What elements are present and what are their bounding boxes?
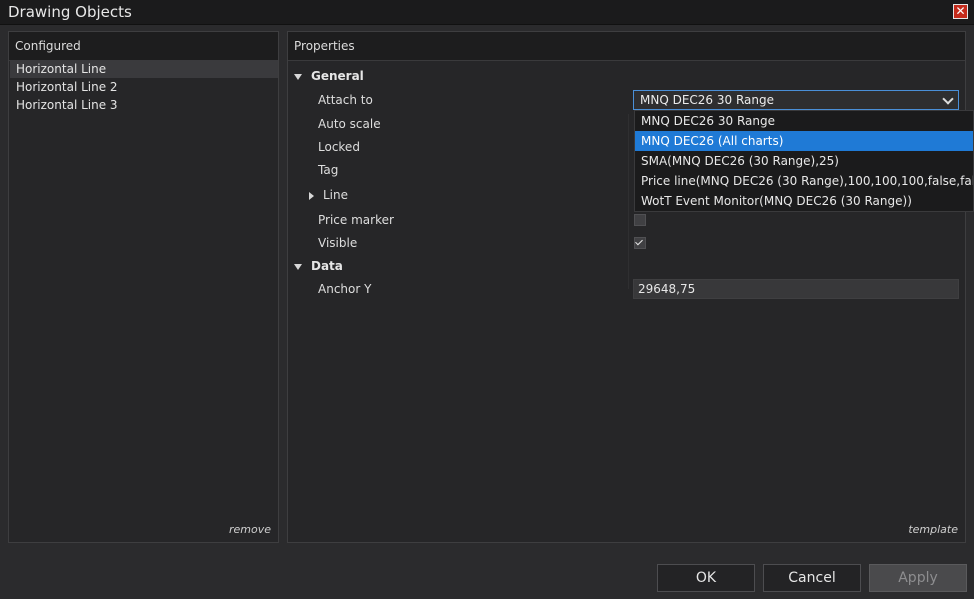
dropdown-option[interactable]: WotT Event Monitor(MNQ DEC26 (30 Range)) xyxy=(635,191,973,211)
triangle-right-icon xyxy=(309,191,314,200)
line-group[interactable]: Line xyxy=(309,186,348,204)
dropdown-option-highlighted[interactable]: MNQ DEC26 (All charts) xyxy=(635,131,973,151)
price-marker-label: Price marker xyxy=(318,213,394,227)
configured-panel: Configured Horizontal Line Horizontal Li… xyxy=(8,31,279,543)
configured-header-label: Configured xyxy=(15,39,81,53)
section-data[interactable]: Data xyxy=(294,257,343,275)
list-item[interactable]: Horizontal Line 3 xyxy=(10,96,278,114)
triangle-down-icon xyxy=(294,263,302,270)
dropdown-option-label: WotT Event Monitor(MNQ DEC26 (30 Range)) xyxy=(641,194,912,208)
line-group-label: Line xyxy=(323,188,349,202)
list-item-label: Horizontal Line 3 xyxy=(16,98,118,112)
price-marker-checkbox[interactable] xyxy=(634,214,646,226)
cancel-button[interactable]: Cancel xyxy=(763,564,861,592)
attach-to-dropdown-list: MNQ DEC26 30 Range MNQ DEC26 (All charts… xyxy=(634,110,974,212)
column-divider xyxy=(628,114,629,289)
ok-button[interactable]: OK xyxy=(657,564,755,592)
triangle-down-icon xyxy=(294,73,302,80)
list-item[interactable]: Horizontal Line xyxy=(10,60,278,78)
anchor-y-label: Anchor Y xyxy=(318,282,372,296)
section-general[interactable]: General xyxy=(294,67,364,85)
properties-panel: Properties General Attach to MNQ DEC26 3… xyxy=(287,31,966,543)
locked-label: Locked xyxy=(318,140,360,154)
section-general-label: General xyxy=(311,69,364,83)
template-link[interactable]: template xyxy=(908,523,958,536)
attach-to-label: Attach to xyxy=(318,93,373,107)
configured-header: Configured xyxy=(9,32,278,61)
dropdown-option[interactable]: MNQ DEC26 30 Range xyxy=(635,111,973,131)
remove-link[interactable]: remove xyxy=(229,523,271,536)
list-item[interactable]: Horizontal Line 2 xyxy=(10,78,278,96)
window-title: Drawing Objects xyxy=(8,3,132,21)
anchor-y-field[interactable]: 29648,75 xyxy=(633,279,959,299)
auto-scale-label: Auto scale xyxy=(318,117,381,131)
section-data-label: Data xyxy=(311,259,343,273)
close-icon[interactable]: ✕ xyxy=(953,4,968,19)
dropdown-option-label: MNQ DEC26 30 Range xyxy=(641,114,775,128)
attach-to-select[interactable]: MNQ DEC26 30 Range xyxy=(633,90,959,110)
anchor-y-value: 29648,75 xyxy=(638,282,696,296)
title-bar: Drawing Objects ✕ xyxy=(0,0,974,25)
check-icon xyxy=(635,237,643,246)
dropdown-option-label: MNQ DEC26 (All charts) xyxy=(641,134,784,148)
dropdown-option[interactable]: Price line(MNQ DEC26 (30 Range),100,100,… xyxy=(635,171,974,191)
properties-header: Properties xyxy=(288,32,965,61)
visible-label: Visible xyxy=(318,236,358,250)
properties-header-label: Properties xyxy=(294,39,355,53)
chevron-down-icon xyxy=(942,93,954,105)
dropdown-option[interactable]: SMA(MNQ DEC26 (30 Range),25) xyxy=(635,151,973,171)
list-item-label: Horizontal Line xyxy=(16,62,107,76)
attach-to-value: MNQ DEC26 30 Range xyxy=(640,93,774,107)
apply-button[interactable]: Apply xyxy=(869,564,967,592)
list-item-label: Horizontal Line 2 xyxy=(16,80,118,94)
visible-checkbox[interactable] xyxy=(634,237,646,249)
dropdown-option-label: SMA(MNQ DEC26 (30 Range),25) xyxy=(641,154,839,168)
tag-label: Tag xyxy=(318,163,339,177)
dropdown-option-label: Price line(MNQ DEC26 (30 Range),100,100,… xyxy=(641,174,974,188)
